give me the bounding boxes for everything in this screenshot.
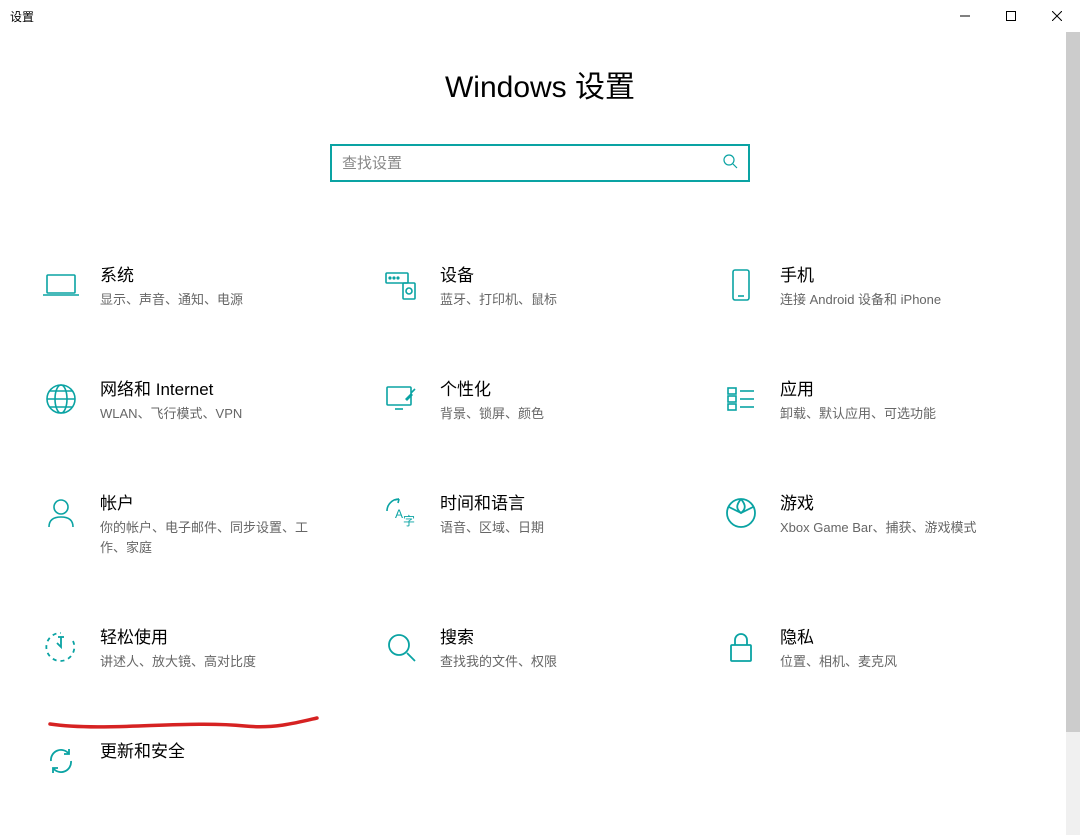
tile-desc: 显示、声音、通知、电源 [100,290,243,310]
tile-update-security[interactable]: 更新和安全 [40,740,360,782]
tile-apps[interactable]: 应用 卸载、默认应用、可选功能 [720,378,1040,424]
update-icon [40,740,82,782]
account-icon [40,492,82,534]
search-icon [722,153,738,174]
window-controls [942,0,1080,32]
tile-title: 搜索 [440,626,557,650]
tile-accounts[interactable]: 帐户 你的帐户、电子邮件、同步设置、工作、家庭 [40,492,360,558]
tile-title: 个性化 [440,378,544,402]
laptop-icon [40,264,82,306]
gaming-icon [720,492,762,534]
tile-desc: 蓝牙、打印机、鼠标 [440,290,557,310]
ease-of-access-icon [40,626,82,668]
tile-title: 网络和 Internet [100,378,242,402]
apps-icon [720,378,762,420]
close-button[interactable] [1034,0,1080,32]
tile-title: 系统 [100,264,243,288]
tile-ease-of-access[interactable]: 轻松使用 讲述人、放大镜、高对比度 [40,626,360,672]
scrollbar-thumb[interactable] [1066,32,1080,732]
tile-desc: Xbox Game Bar、捕获、游戏模式 [780,518,977,538]
content-area: Windows 设置 系统 显示、声音、通知、电源 设备 蓝牙、打 [0,32,1080,835]
tile-desc: 查找我的文件、权限 [440,652,557,672]
svg-text:字: 字 [403,513,415,528]
tile-desc: 位置、相机、麦克风 [780,652,897,672]
tile-title: 帐户 [100,492,330,516]
tile-devices[interactable]: 设备 蓝牙、打印机、鼠标 [380,264,700,310]
personalize-icon [380,378,422,420]
tile-gaming[interactable]: 游戏 Xbox Game Bar、捕获、游戏模式 [720,492,1040,558]
lock-icon [720,626,762,668]
tile-desc: 背景、锁屏、颜色 [440,404,544,424]
settings-grid: 系统 显示、声音、通知、电源 设备 蓝牙、打印机、鼠标 手机 连接 Androi… [0,264,1080,822]
scrollbar-track[interactable] [1066,32,1080,835]
search-container [0,144,1080,182]
phone-icon [720,264,762,306]
search-box[interactable] [330,144,750,182]
search-input[interactable] [342,155,722,172]
tile-time-language[interactable]: A字 时间和语言 语音、区域、日期 [380,492,700,558]
tile-title: 设备 [440,264,557,288]
devices-icon [380,264,422,306]
tile-desc: 语音、区域、日期 [440,518,544,538]
globe-icon [40,378,82,420]
tile-search[interactable]: 搜索 查找我的文件、权限 [380,626,700,672]
svg-text:A: A [395,507,403,521]
tile-title: 应用 [780,378,936,402]
maximize-button[interactable] [988,0,1034,32]
magnifier-icon [380,626,422,668]
tile-system[interactable]: 系统 显示、声音、通知、电源 [40,264,360,310]
tile-title: 游戏 [780,492,977,516]
tile-desc: WLAN、飞行模式、VPN [100,404,242,424]
tile-title: 更新和安全 [100,740,185,764]
minimize-button[interactable] [942,0,988,32]
time-language-icon: A字 [380,492,422,534]
tile-desc: 你的帐户、电子邮件、同步设置、工作、家庭 [100,518,330,558]
titlebar: 设置 [0,0,1080,32]
tile-phone[interactable]: 手机 连接 Android 设备和 iPhone [720,264,1040,310]
tile-privacy[interactable]: 隐私 位置、相机、麦克风 [720,626,1040,672]
tile-title: 时间和语言 [440,492,544,516]
page-title: Windows 设置 [0,62,1080,106]
tile-title: 手机 [780,264,941,288]
tile-desc: 连接 Android 设备和 iPhone [780,290,941,310]
tile-network[interactable]: 网络和 Internet WLAN、飞行模式、VPN [40,378,360,424]
tile-desc: 讲述人、放大镜、高对比度 [100,652,256,672]
tile-desc: 卸载、默认应用、可选功能 [780,404,936,424]
window-title: 设置 [10,8,34,25]
tile-title: 隐私 [780,626,897,650]
tile-personalization[interactable]: 个性化 背景、锁屏、颜色 [380,378,700,424]
tile-title: 轻松使用 [100,626,256,650]
